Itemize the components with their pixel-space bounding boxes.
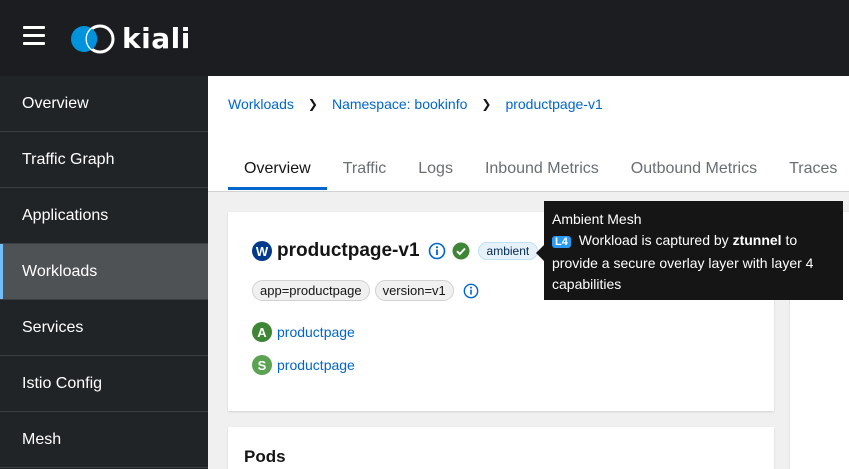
ambient-label[interactable]: ambient <box>477 242 539 260</box>
app-link[interactable]: productpage <box>277 324 355 340</box>
breadcrumb-current[interactable]: productpage-v1 <box>505 96 602 112</box>
tooltip-title: Ambient Mesh <box>552 211 642 227</box>
service-link[interactable]: productpage <box>277 357 355 373</box>
kiali-logo[interactable]: kiali <box>70 22 191 55</box>
sidebar-item-istio-config[interactable]: Istio Config <box>0 356 208 412</box>
service-link-row: S productpage <box>252 355 355 375</box>
check-circle-icon[interactable] <box>452 242 470 260</box>
service-badge: S <box>252 355 272 375</box>
tooltip-text-before: Workload is captured by <box>578 232 729 248</box>
breadcrumb-namespace[interactable]: Namespace: bookinfo <box>332 96 467 112</box>
app-link-row: A productpage <box>252 322 355 342</box>
sidebar-item-label: Mesh <box>22 430 62 448</box>
tabs: Overview Traffic Logs Inbound Metrics Ou… <box>228 160 849 190</box>
tab-traces[interactable]: Traces <box>773 160 849 186</box>
breadcrumb: Workloads ❯ Namespace: bookinfo ❯ produc… <box>228 96 603 112</box>
pods-title: Pods <box>244 447 286 466</box>
hamburger-menu-icon[interactable] <box>23 26 45 46</box>
page-header: Workloads ❯ Namespace: bookinfo ❯ produc… <box>208 76 849 192</box>
sidebar-item-label: Workloads <box>22 262 98 280</box>
logo-text: kiali <box>122 22 191 55</box>
sidebar-item-label: Applications <box>22 206 109 224</box>
sidebar-item-overview[interactable]: Overview <box>0 76 208 132</box>
info-icon[interactable] <box>428 242 446 260</box>
breadcrumb-workloads[interactable]: Workloads <box>228 96 294 112</box>
workload-title-row: W productpage-v1 ambient <box>252 240 539 262</box>
label-chip: app=productpage <box>252 280 370 301</box>
sidebar-item-traffic-graph[interactable]: Traffic Graph <box>0 132 208 188</box>
sidebar-item-services[interactable]: Services <box>0 300 208 356</box>
sidebar-item-applications[interactable]: Applications <box>0 188 208 244</box>
ambient-tooltip: Ambient Mesh L4 Workload is captured by … <box>536 201 843 300</box>
l4-badge: L4 <box>552 236 571 248</box>
sidebar-item-label: Overview <box>22 94 89 112</box>
kiali-logo-icon <box>71 24 115 53</box>
sidebar-item-workloads[interactable]: Workloads <box>0 244 208 300</box>
sidebar-item-label: Istio Config <box>22 374 103 392</box>
label-chip: version=v1 <box>374 280 454 301</box>
pods-card: Pods <box>228 427 774 469</box>
tooltip-bold: ztunnel <box>732 232 782 248</box>
sidebar-item-label: Services <box>22 318 84 336</box>
workload-title: productpage-v1 <box>277 240 420 261</box>
tab-traffic[interactable]: Traffic <box>327 160 403 186</box>
info-icon[interactable] <box>463 283 479 299</box>
tooltip-body: L4 Workload is captured by ztunnel to pr… <box>552 230 835 295</box>
tab-logs[interactable]: Logs <box>402 160 469 186</box>
tab-inbound-metrics[interactable]: Inbound Metrics <box>469 160 615 186</box>
app-badge: A <box>252 322 272 342</box>
workload-badge: W <box>252 241 272 261</box>
tab-overview[interactable]: Overview <box>228 160 327 190</box>
sidebar-item-mesh[interactable]: Mesh <box>0 412 208 468</box>
chevron-right-icon: ❯ <box>481 97 492 111</box>
masthead: kiali <box>0 0 849 76</box>
labels-row: app=productpage version=v1 <box>252 280 479 301</box>
sidebar-item-label: Traffic Graph <box>22 150 115 168</box>
chevron-right-icon: ❯ <box>307 97 318 111</box>
sidebar: Overview Traffic Graph Applications Work… <box>0 76 208 469</box>
tab-outbound-metrics[interactable]: Outbound Metrics <box>615 160 773 186</box>
